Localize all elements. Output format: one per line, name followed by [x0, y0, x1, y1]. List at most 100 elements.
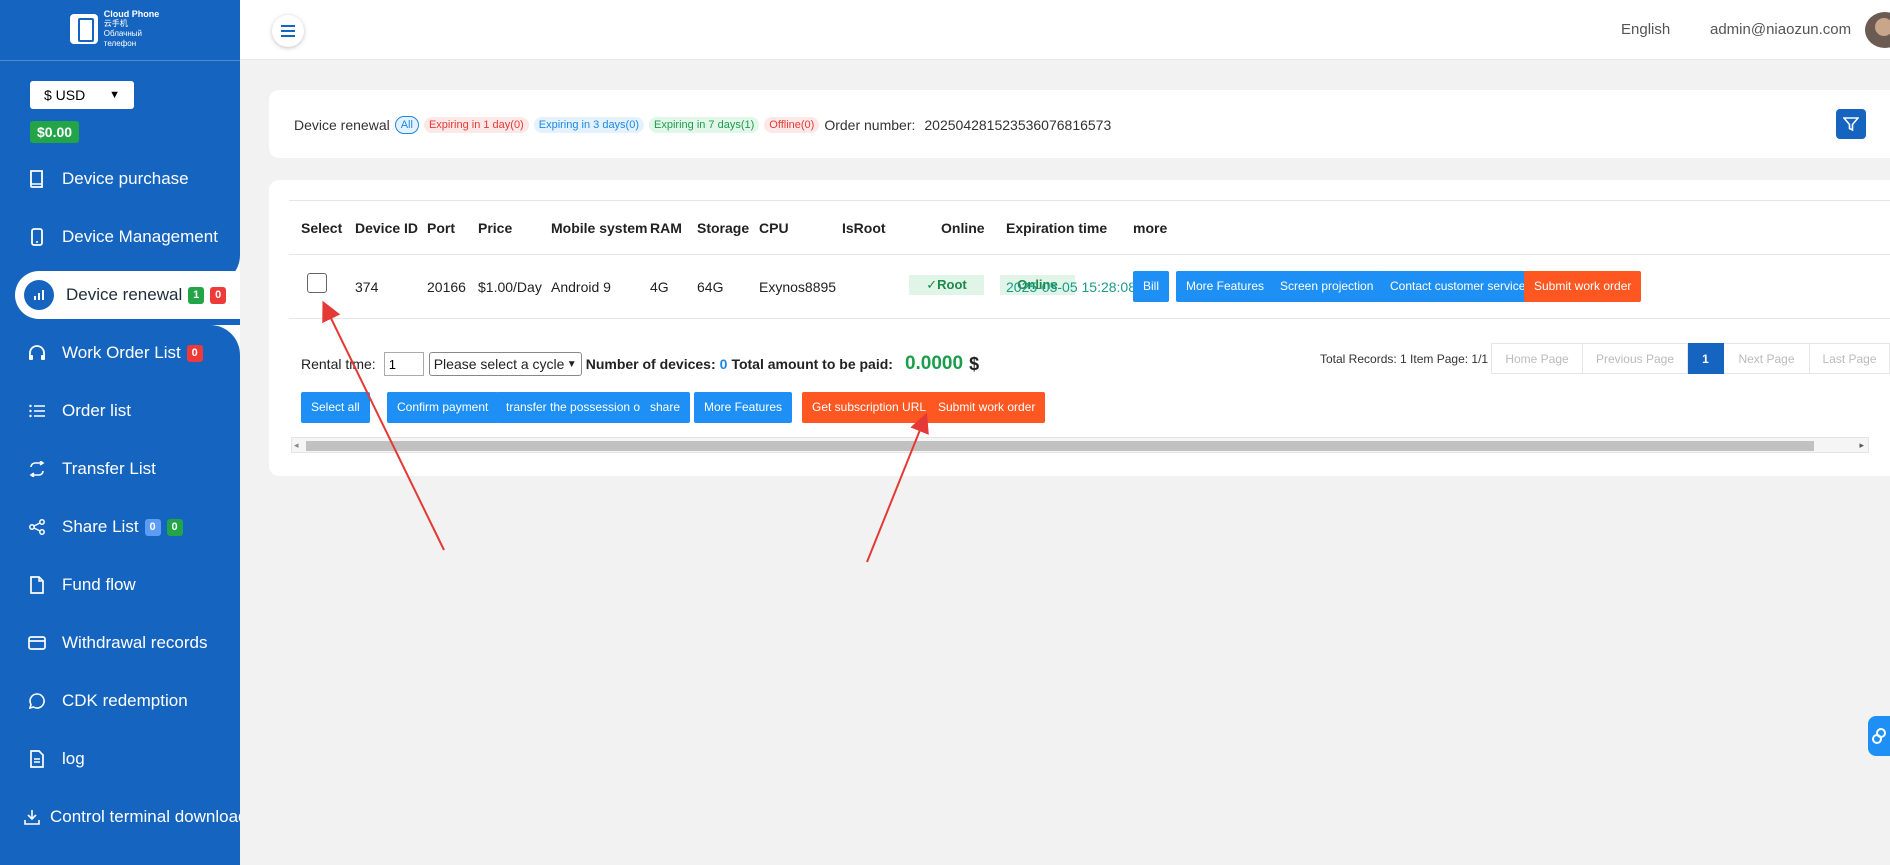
- sidebar-item-share-list[interactable]: Share List 0 0: [0, 503, 240, 551]
- select-all-button[interactable]: Select all: [301, 392, 370, 423]
- sidebar-item-withdrawal-records[interactable]: Withdrawal records: [0, 619, 240, 667]
- contact-customer-service-button[interactable]: Contact customer service: [1380, 271, 1536, 302]
- device-id-cell: 374: [355, 279, 379, 295]
- scroll-right-icon[interactable]: ▸: [1859, 438, 1864, 452]
- column-header: Port: [427, 220, 455, 236]
- app-logo[interactable]: Cloud Phone 云手机 Облачный телефон: [70, 9, 176, 48]
- sidebar-item-device-purchase[interactable]: Device purchase: [0, 155, 240, 203]
- work-order-badge: 0: [186, 344, 203, 362]
- share-received-badge: 0: [166, 518, 183, 536]
- sidebar-item-device-management[interactable]: Device Management: [0, 213, 240, 261]
- sidebar-item-device-renewal[interactable]: Device renewal 1 0: [15, 271, 240, 319]
- pager-current-page[interactable]: 1: [1688, 343, 1724, 374]
- row-more-features-button[interactable]: More Features: [1176, 271, 1275, 302]
- chevron-down-icon: ▼: [566, 358, 577, 370]
- confirm-payment-button[interactable]: Confirm payment: [387, 392, 499, 423]
- total-amount: 0.0000: [904, 353, 964, 374]
- transfer-button[interactable]: transfer the possession of: [496, 392, 654, 423]
- pager-last-button[interactable]: Last Page: [1810, 343, 1890, 374]
- filter-tag-7-days[interactable]: Expiring in 7 days(1): [649, 117, 760, 133]
- filter-bar: Device renewal All Expiring in 1 day(0) …: [294, 116, 1111, 134]
- device-table-card: Select Device ID Port Price Mobile syste…: [269, 180, 1890, 476]
- document-icon: [28, 576, 46, 594]
- share-sent-badge: 0: [144, 518, 161, 536]
- pager-next-button[interactable]: Next Page: [1724, 343, 1810, 374]
- link-icon: [1872, 728, 1886, 744]
- ram-cell: 4G: [650, 279, 669, 295]
- pager-previous-button[interactable]: Previous Page: [1583, 343, 1688, 374]
- row-select-checkbox[interactable]: [307, 273, 327, 293]
- sidebar-divider: [0, 60, 240, 61]
- port-cell: 20166: [427, 279, 466, 295]
- column-header: RAM: [650, 220, 682, 236]
- column-header: Online: [941, 220, 985, 236]
- pager-home-button[interactable]: Home Page: [1491, 343, 1583, 374]
- headset-icon: [28, 344, 46, 362]
- expiration-cell: 2025-05-05 15:28:08: [1006, 279, 1136, 295]
- sidebar-item-cdk-redemption[interactable]: CDK redemption: [0, 677, 240, 725]
- chevron-down-icon: ▼: [109, 89, 120, 101]
- avatar[interactable]: [1865, 12, 1890, 48]
- sidebar-item-order-list[interactable]: Order list: [0, 387, 240, 435]
- currency-symbol: $: [969, 353, 980, 374]
- column-header: more: [1133, 220, 1168, 236]
- pager-info: Total Records: 1 Item Page: 1/1: [1320, 352, 1489, 366]
- devices-count: 0: [719, 356, 728, 372]
- scroll-left-icon[interactable]: ◂: [294, 438, 299, 452]
- language-switch[interactable]: English: [1621, 21, 1670, 38]
- column-header: Mobile system: [551, 220, 648, 236]
- phone-icon: [28, 228, 46, 246]
- column-header: Storage: [697, 220, 750, 236]
- get-subscription-url-button[interactable]: Get subscription URL: [802, 392, 937, 423]
- devices-label: Number of devices:: [585, 356, 716, 372]
- bill-button[interactable]: Bill: [1133, 271, 1170, 302]
- user-account[interactable]: admin@niaozun.com: [1710, 21, 1851, 38]
- total-label: Total amount to be paid:: [731, 356, 893, 372]
- download-icon: [24, 808, 40, 826]
- order-number-label: Order number:: [824, 117, 916, 133]
- menu-toggle-button[interactable]: [272, 15, 304, 47]
- more-features-button[interactable]: More Features: [694, 392, 793, 423]
- sidebar-item-control-terminal-download[interactable]: Control terminal download: [0, 793, 240, 841]
- sidebar: Cloud Phone 云手机 Облачный телефон $ USD ▼…: [0, 0, 240, 865]
- rental-time-input[interactable]: [383, 352, 424, 376]
- filter-tag-all[interactable]: All: [394, 116, 419, 134]
- chat-icon: [28, 692, 46, 710]
- file-icon: [28, 750, 46, 768]
- currency-select[interactable]: $ USD ▼: [30, 81, 134, 109]
- scrollbar-thumb[interactable]: [306, 441, 1814, 451]
- filter-tag-1-day[interactable]: Expiring in 1 day(0): [423, 117, 529, 133]
- sidebar-item-fund-flow[interactable]: Fund flow: [0, 561, 240, 609]
- system-cell: Android 9: [551, 279, 611, 295]
- horizontal-scrollbar[interactable]: ◂ ▸: [291, 437, 1869, 453]
- phone-logo-icon: [70, 14, 98, 44]
- sidebar-item-log[interactable]: log: [0, 735, 240, 783]
- floating-link-button[interactable]: [1868, 716, 1890, 756]
- filter-tag-3-days[interactable]: Expiring in 3 days(0): [533, 117, 645, 133]
- order-number-value: 20250428152353607681​6573: [924, 117, 1112, 133]
- screen-projection-button[interactable]: Screen projection: [1270, 271, 1384, 302]
- share-button[interactable]: share: [640, 392, 691, 423]
- list-icon: [28, 402, 46, 420]
- filter-button[interactable]: [1836, 109, 1866, 139]
- column-header: Expiration time: [1006, 220, 1108, 236]
- brand-line-1: Cloud Phone: [103, 9, 160, 19]
- submit-work-order-button[interactable]: Submit work order: [928, 392, 1046, 423]
- share-icon: [28, 518, 46, 536]
- filter-tag-offline[interactable]: Offline(0): [764, 117, 820, 133]
- brand-line-2: 云手机: [103, 19, 128, 28]
- transfer-icon: [28, 460, 46, 478]
- rental-bar: Rental time: Please select a cycle ▼ Num…: [301, 352, 979, 376]
- sidebar-item-work-order-list[interactable]: Work Order List 0: [0, 329, 240, 377]
- table-row: 374 20166 $1.00/Day Android 9 4G 64G Exy…: [289, 255, 1890, 319]
- renewal-expired-badge: 0: [210, 286, 227, 304]
- cycle-select[interactable]: Please select a cycle ▼: [428, 352, 582, 376]
- storage-cell: 64G: [697, 279, 724, 295]
- table-header: Select Device ID Port Price Mobile syste…: [289, 200, 1890, 255]
- sidebar-item-transfer-list[interactable]: Transfer List: [0, 445, 240, 493]
- bar-chart-icon: [24, 280, 54, 310]
- price-cell: $1.00/Day: [478, 279, 542, 295]
- row-submit-work-order-button[interactable]: Submit work order: [1524, 271, 1642, 302]
- book-icon: [28, 170, 46, 188]
- column-header: Device ID: [355, 220, 419, 236]
